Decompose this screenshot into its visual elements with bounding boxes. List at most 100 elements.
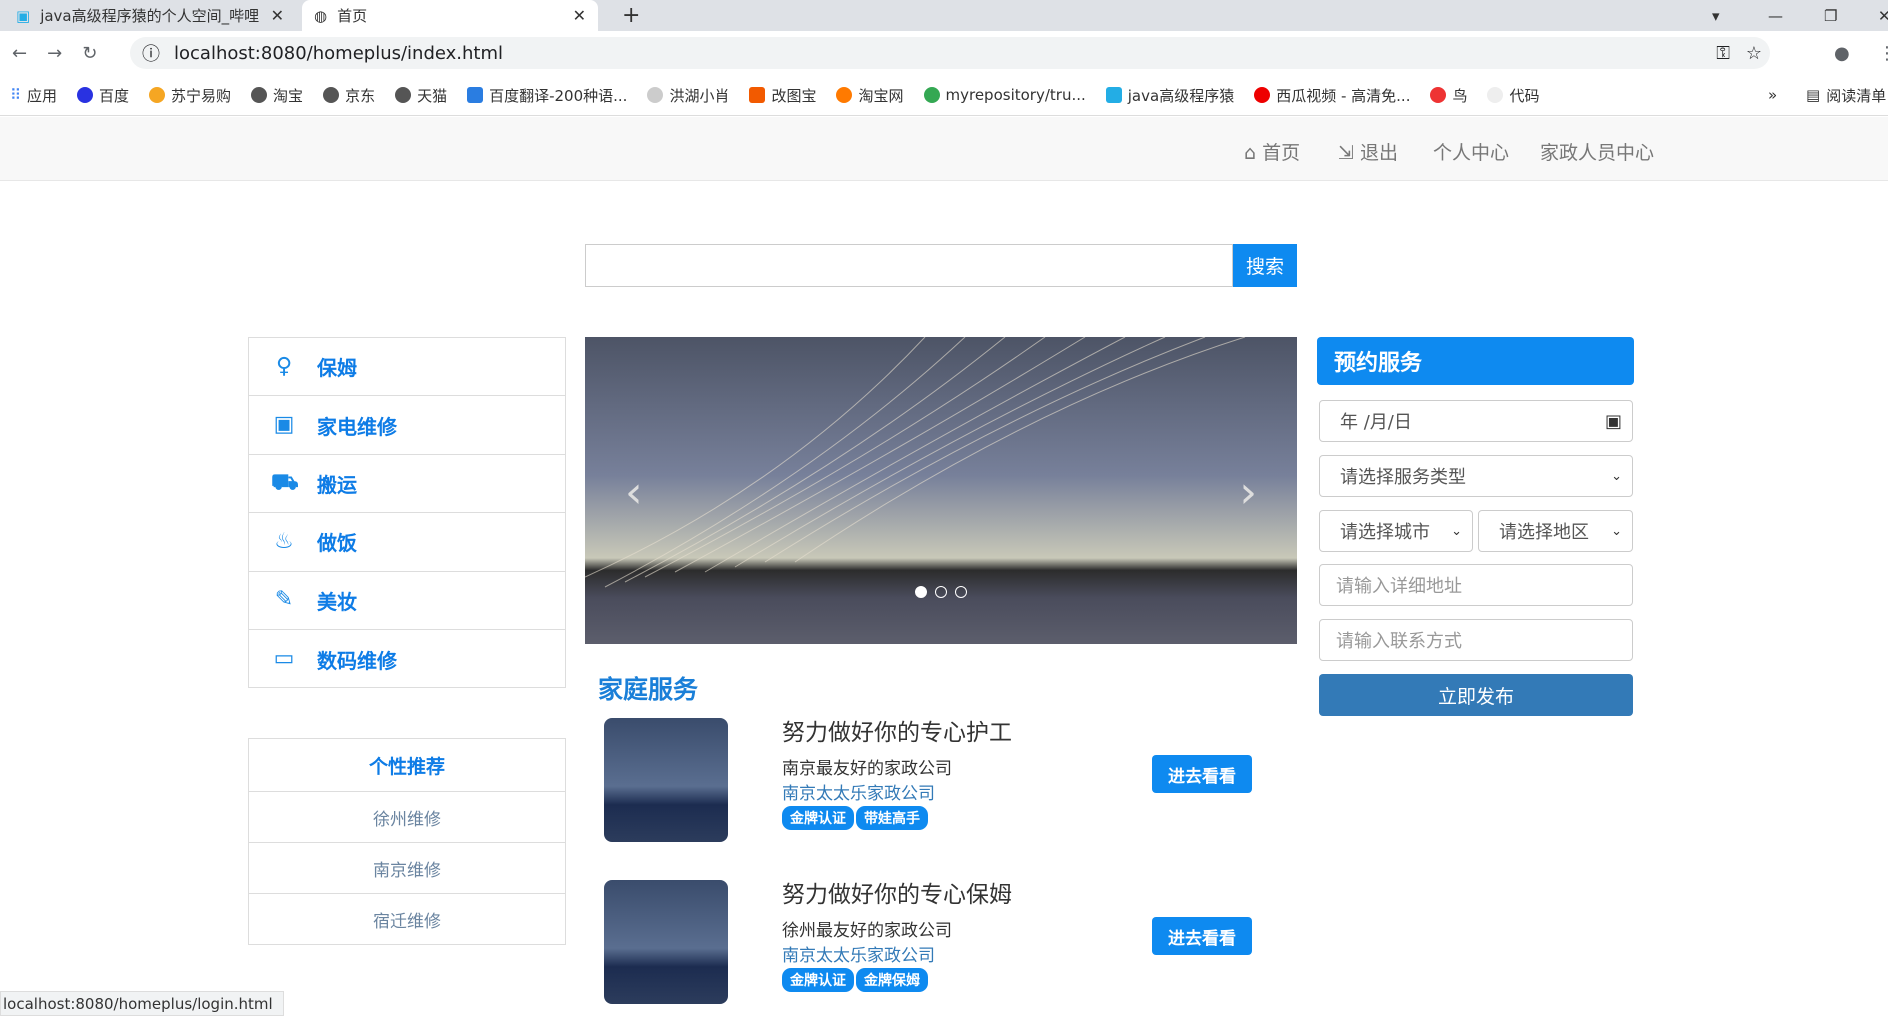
bookmark[interactable]: 苏宁易购 bbox=[149, 85, 231, 106]
category-digital-repair[interactable]: ▭ 数码维修 bbox=[249, 630, 565, 688]
recommend-item[interactable]: 南京维修 bbox=[249, 843, 565, 894]
nav-home[interactable]: ⌂ 首页 bbox=[1244, 138, 1300, 165]
close-tab-icon[interactable]: ✕ bbox=[271, 6, 284, 25]
restore-button[interactable]: ❐ bbox=[1812, 0, 1849, 31]
nav-staff-center[interactable]: 家政人员中心 bbox=[1540, 138, 1654, 165]
browser-tab-bar: ▣ java高级程序猿的个人空间_哔哩 ✕ ◍ 首页 ✕ + ▾ — ❐ ✕ bbox=[0, 0, 1888, 31]
badge: 带娃高手 bbox=[856, 806, 928, 830]
category-nanny[interactable]: ♀ 保姆 bbox=[249, 338, 565, 397]
bookmark[interactable]: 洪湖小肖 bbox=[647, 85, 729, 106]
status-bar-url: localhost:8080/homeplus/login.html bbox=[0, 991, 284, 1016]
reload-icon[interactable]: ↻ bbox=[82, 43, 97, 64]
search-button[interactable]: 搜索 bbox=[1233, 244, 1297, 287]
browser-tab[interactable]: ▣ java高级程序猿的个人空间_哔哩 ✕ bbox=[4, 0, 296, 31]
nav-logout[interactable]: ⇲ 退出 bbox=[1338, 138, 1398, 165]
browser-tab-active[interactable]: ◍ 首页 ✕ bbox=[302, 0, 598, 31]
baidu-icon bbox=[77, 87, 94, 103]
section-title: 家庭服务 bbox=[598, 675, 699, 704]
key-icon[interactable]: ⚿ bbox=[1716, 43, 1730, 64]
bilibili-icon: ▣ bbox=[16, 6, 31, 25]
bookmark-star-icon[interactable]: ☆ bbox=[1746, 43, 1762, 64]
taobao-icon bbox=[836, 87, 853, 103]
category-cooking[interactable]: ♨ 做饭 bbox=[249, 513, 565, 572]
category-makeup[interactable]: ✎ 美妆 bbox=[249, 572, 565, 630]
menu-icon[interactable]: ⋮ bbox=[1878, 43, 1888, 64]
category-appliance-repair[interactable]: ▣ 家电维修 bbox=[249, 396, 565, 455]
nanny-icon: ♀ bbox=[275, 353, 293, 379]
badge: 金牌认证 bbox=[782, 806, 854, 830]
date-input[interactable]: 年 /月/日 ▣ bbox=[1319, 400, 1633, 442]
bookmark[interactable]: 京东 bbox=[323, 85, 375, 106]
site-navbar: ⌂ 首页 ⇲ 退出 个人中心 家政人员中心 bbox=[0, 117, 1888, 181]
close-tab-icon[interactable]: ✕ bbox=[573, 6, 586, 25]
bookmark[interactable]: 西瓜视频 - 高清免... bbox=[1254, 85, 1410, 106]
bookmark-icon bbox=[647, 87, 664, 103]
recommend-item[interactable]: 宿迁维修 bbox=[249, 894, 565, 945]
appliance-icon: ▣ bbox=[273, 412, 295, 438]
contact-input[interactable]: 请输入联系方式 bbox=[1319, 619, 1633, 661]
chevron-down-icon: ⌄ bbox=[1451, 523, 1462, 539]
view-service-button[interactable]: 进去看看 bbox=[1152, 755, 1252, 793]
badge: 金牌保姆 bbox=[856, 968, 928, 992]
service-title: 努力做好你的专心保姆 bbox=[782, 882, 1012, 908]
bookmark[interactable]: 百度翻译-200种语... bbox=[467, 85, 627, 106]
recommend-item[interactable]: 徐州维修 bbox=[249, 792, 565, 843]
chevron-down-icon: ⌄ bbox=[1611, 468, 1622, 484]
category-menu: ♀ 保姆 ▣ 家电维修 ⛟ 搬运 ♨ 做饭 ✎ 美妆 ▭ 数码维修 bbox=[248, 337, 566, 688]
service-image[interactable] bbox=[604, 718, 728, 842]
service-type-select[interactable]: 请选择服务类型 ⌄ bbox=[1319, 455, 1633, 497]
calendar-icon: ▣ bbox=[1604, 410, 1622, 432]
bird-icon bbox=[1430, 87, 1447, 103]
bookmark[interactable]: 百度 bbox=[77, 85, 129, 106]
view-service-button[interactable]: 进去看看 bbox=[1152, 917, 1252, 955]
back-icon[interactable]: ← bbox=[12, 43, 27, 64]
category-moving[interactable]: ⛟ 搬运 bbox=[249, 455, 565, 514]
forward-icon[interactable]: → bbox=[47, 43, 62, 64]
xigua-icon bbox=[1254, 87, 1271, 103]
bookmark[interactable]: myrepository/tru... bbox=[923, 86, 1086, 104]
service-image[interactable] bbox=[604, 880, 728, 1004]
carousel-next-icon[interactable]: › bbox=[1239, 467, 1257, 518]
carousel-indicator[interactable] bbox=[935, 586, 947, 598]
service-company-link[interactable]: 南京太太乐家政公司 bbox=[782, 941, 935, 966]
profile-icon[interactable]: ● bbox=[1834, 43, 1850, 64]
service-company-link[interactable]: 南京太太乐家政公司 bbox=[782, 779, 935, 804]
translate-icon bbox=[467, 87, 484, 103]
publish-button[interactable]: 立即发布 bbox=[1319, 674, 1633, 716]
bookmark-apps[interactable]: ⠿ 应用 bbox=[10, 85, 57, 106]
nav-personal-center[interactable]: 个人中心 bbox=[1433, 138, 1509, 165]
district-select[interactable]: 请选择地区 ⌄ bbox=[1478, 510, 1633, 552]
badge: 金牌认证 bbox=[782, 968, 854, 992]
bookmark[interactable]: 淘宝网 bbox=[836, 85, 904, 106]
carousel-prev-icon[interactable]: ‹ bbox=[625, 467, 643, 518]
new-tab-button[interactable]: + bbox=[610, 0, 652, 31]
carousel-indicator[interactable] bbox=[955, 586, 967, 598]
city-select[interactable]: 请选择城市 ⌄ bbox=[1319, 510, 1473, 552]
home-icon: ⌂ bbox=[1244, 142, 1257, 164]
truck-icon: ⛟ bbox=[271, 470, 299, 496]
tab-search-icon[interactable]: ▾ bbox=[1700, 0, 1732, 31]
globe-icon: ◍ bbox=[314, 6, 328, 25]
url-field[interactable]: ⓘ localhost:8080/homeplus/index.html ⚿ ☆ bbox=[130, 37, 1770, 69]
bookmark[interactable]: 淘宝 bbox=[251, 85, 303, 106]
image-carousel[interactable]: ‹ › bbox=[585, 337, 1297, 644]
bookmark[interactable]: 天猫 bbox=[395, 85, 447, 106]
globe-icon bbox=[251, 87, 268, 103]
minimize-button[interactable]: — bbox=[1756, 0, 1795, 31]
search-input[interactable] bbox=[585, 244, 1233, 287]
bookmark[interactable]: 代码 bbox=[1487, 85, 1540, 106]
apps-icon: ⠿ bbox=[10, 86, 21, 104]
close-window-button[interactable]: ✕ bbox=[1866, 0, 1888, 31]
service-subtitle: 徐州最友好的家政公司 bbox=[782, 921, 952, 941]
carousel-indicator-active[interactable] bbox=[915, 586, 927, 598]
globe-icon bbox=[395, 87, 412, 103]
address-input[interactable]: 请输入详细地址 bbox=[1319, 564, 1633, 606]
bookmark[interactable]: 鸟 bbox=[1430, 85, 1467, 106]
bookmark[interactable]: 改图宝 bbox=[749, 85, 816, 106]
bookmark[interactable]: java高级程序猿 bbox=[1105, 85, 1234, 106]
service-subtitle: 南京最友好的家政公司 bbox=[782, 759, 952, 779]
logout-icon: ⇲ bbox=[1338, 142, 1354, 164]
more-bookmarks-icon[interactable]: » bbox=[1768, 86, 1777, 104]
reading-list[interactable]: ▤ 阅读清单 bbox=[1806, 85, 1886, 106]
recommend-title: 个性推荐 bbox=[249, 739, 565, 792]
